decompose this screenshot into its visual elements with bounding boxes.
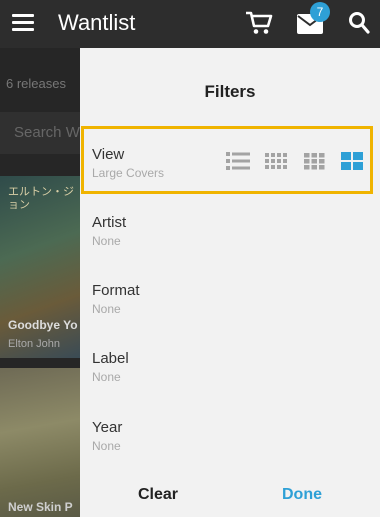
clear-button[interactable]: Clear xyxy=(138,486,178,504)
filter-label: Artist xyxy=(92,214,127,231)
filters-panel: Filters View Large Covers Artist None Fo… xyxy=(80,48,380,517)
release-cover[interactable]: エルトン・ジョン Goodbye Yo Elton John xyxy=(0,176,80,358)
done-button[interactable]: Done xyxy=(282,486,322,504)
background-release-list: 6 releases Search W エルトン・ジョン Goodbye Yo … xyxy=(0,48,80,517)
release-count: 6 releases xyxy=(6,76,66,91)
app-bar: Wantlist 7 xyxy=(0,0,380,48)
small-grid-icon[interactable] xyxy=(264,151,288,171)
filter-row-label[interactable]: Label None xyxy=(80,350,380,410)
view-options xyxy=(226,151,366,173)
page-title: Wantlist xyxy=(58,10,136,35)
search-placeholder: Search W xyxy=(14,124,80,141)
list-view-icon[interactable] xyxy=(226,151,250,171)
filter-value: Large Covers xyxy=(92,166,165,180)
filter-row-artist[interactable]: Artist None xyxy=(80,214,380,274)
filter-label: Year xyxy=(92,419,123,436)
release-cover[interactable]: New Skin P xyxy=(0,368,80,517)
cover-japanese-text: エルトン・ジョン xyxy=(8,186,74,211)
filter-label: Label xyxy=(92,350,129,367)
medium-grid-icon[interactable] xyxy=(302,151,326,171)
filters-title: Filters xyxy=(204,82,256,101)
release-title: New Skin P xyxy=(8,500,73,514)
filter-value: None xyxy=(92,370,121,384)
search-bar[interactable]: Search W xyxy=(0,112,80,154)
large-covers-icon[interactable] xyxy=(340,151,364,171)
release-artist: Elton John xyxy=(8,338,60,350)
filter-label: Format xyxy=(92,282,140,299)
hamburger-menu-icon[interactable] xyxy=(12,14,34,32)
filter-row-year[interactable]: Year None xyxy=(80,419,380,479)
release-title: Goodbye Yo xyxy=(8,318,78,332)
filter-value: None xyxy=(92,302,121,316)
filter-value: None xyxy=(92,439,121,453)
cart-icon[interactable] xyxy=(245,10,273,36)
search-icon[interactable] xyxy=(348,11,370,35)
notification-badge: 7 xyxy=(310,2,330,22)
filter-row-format[interactable]: Format None xyxy=(80,282,380,342)
filters-footer: Clear Done xyxy=(80,484,380,517)
filter-label: View xyxy=(92,146,125,163)
filter-value: None xyxy=(92,234,121,248)
